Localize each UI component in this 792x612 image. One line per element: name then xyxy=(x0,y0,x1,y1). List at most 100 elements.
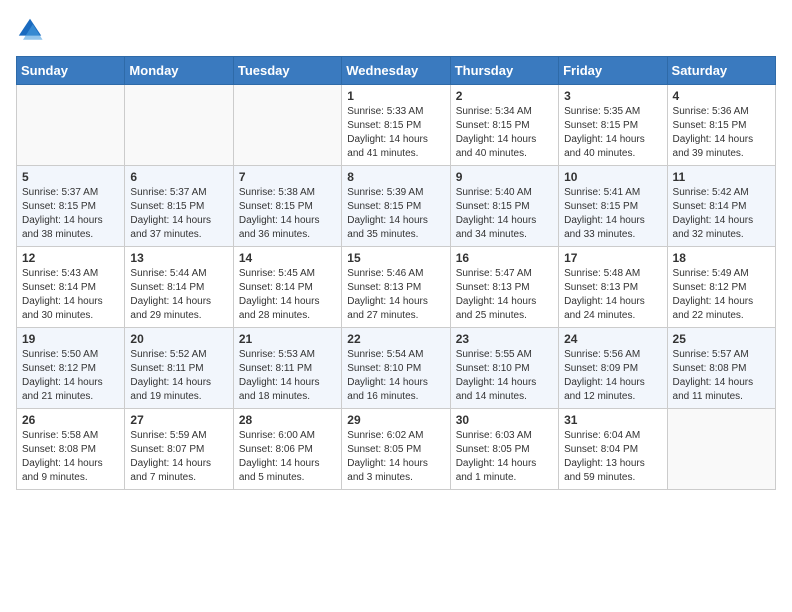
calendar-cell: 31 Sunrise: 6:04 AMSunset: 8:04 PMDayligh… xyxy=(559,409,667,490)
calendar-cell: 27 Sunrise: 5:59 AMSunset: 8:07 PMDayligh… xyxy=(125,409,233,490)
day-info: Sunrise: 5:47 AMSunset: 8:13 PMDaylight:… xyxy=(456,267,553,323)
day-number: 24 xyxy=(564,332,661,346)
header-thursday: Thursday xyxy=(450,57,558,85)
day-info: Sunrise: 5:41 AMSunset: 8:15 PMDaylight:… xyxy=(564,186,661,242)
day-number: 23 xyxy=(456,332,553,346)
day-number: 20 xyxy=(130,332,227,346)
calendar-cell: 11 Sunrise: 5:42 AMSunset: 8:14 PMDayligh… xyxy=(667,166,775,247)
day-number: 29 xyxy=(347,413,444,427)
day-info: Sunrise: 6:02 AMSunset: 8:05 PMDaylight:… xyxy=(347,429,444,485)
day-number: 2 xyxy=(456,89,553,103)
day-number: 16 xyxy=(456,251,553,265)
day-number: 15 xyxy=(347,251,444,265)
day-number: 28 xyxy=(239,413,336,427)
calendar-cell: 10 Sunrise: 5:41 AMSunset: 8:15 PMDayligh… xyxy=(559,166,667,247)
day-number: 7 xyxy=(239,170,336,184)
header-saturday: Saturday xyxy=(667,57,775,85)
day-info: Sunrise: 5:38 AMSunset: 8:15 PMDaylight:… xyxy=(239,186,336,242)
day-info: Sunrise: 6:04 AMSunset: 8:04 PMDaylight:… xyxy=(564,429,661,485)
calendar-cell: 6 Sunrise: 5:37 AMSunset: 8:15 PMDaylight… xyxy=(125,166,233,247)
calendar-table: SundayMondayTuesdayWednesdayThursdayFrid… xyxy=(16,56,776,490)
day-info: Sunrise: 5:34 AMSunset: 8:15 PMDaylight:… xyxy=(456,105,553,161)
calendar-cell: 4 Sunrise: 5:36 AMSunset: 8:15 PMDaylight… xyxy=(667,85,775,166)
logo xyxy=(16,16,46,44)
day-info: Sunrise: 5:54 AMSunset: 8:10 PMDaylight:… xyxy=(347,348,444,404)
calendar-cell: 22 Sunrise: 5:54 AMSunset: 8:10 PMDayligh… xyxy=(342,328,450,409)
calendar-week-row: 12 Sunrise: 5:43 AMSunset: 8:14 PMDayligh… xyxy=(17,247,776,328)
day-number: 14 xyxy=(239,251,336,265)
calendar-cell: 13Sunrise: 5:44 AMSunset: 8:14 PMDayligh… xyxy=(125,247,233,328)
calendar-cell: 28 Sunrise: 6:00 AMSunset: 8:06 PMDayligh… xyxy=(233,409,341,490)
day-info: Sunrise: 5:56 AMSunset: 8:09 PMDaylight:… xyxy=(564,348,661,404)
day-number: 12 xyxy=(22,251,119,265)
day-info: Sunrise: 5:45 AMSunset: 8:14 PMDaylight:… xyxy=(239,267,336,323)
day-number: 27 xyxy=(130,413,227,427)
day-number: 26 xyxy=(22,413,119,427)
day-info: Sunrise: 5:33 AMSunset: 8:15 PMDaylight:… xyxy=(347,105,444,161)
day-number: 3 xyxy=(564,89,661,103)
calendar-cell: 15 Sunrise: 5:46 AMSunset: 8:13 PMDayligh… xyxy=(342,247,450,328)
day-number: 4 xyxy=(673,89,770,103)
day-number: 18 xyxy=(673,251,770,265)
calendar-cell: 2 Sunrise: 5:34 AMSunset: 8:15 PMDaylight… xyxy=(450,85,558,166)
day-number: 1 xyxy=(347,89,444,103)
day-info: Sunrise: 5:43 AMSunset: 8:14 PMDaylight:… xyxy=(22,267,119,323)
header-monday: Monday xyxy=(125,57,233,85)
header-sunday: Sunday xyxy=(17,57,125,85)
day-info: Sunrise: 5:42 AMSunset: 8:14 PMDaylight:… xyxy=(673,186,770,242)
day-info: Sunrise: 5:37 AMSunset: 8:15 PMDaylight:… xyxy=(22,186,119,242)
day-number: 10 xyxy=(564,170,661,184)
day-info: Sunrise: 5:58 AMSunset: 8:08 PMDaylight:… xyxy=(22,429,119,485)
day-info: Sunrise: 5:53 AMSunset: 8:11 PMDaylight:… xyxy=(239,348,336,404)
day-number: 19 xyxy=(22,332,119,346)
header-friday: Friday xyxy=(559,57,667,85)
calendar-cell: 9Sunrise: 5:40 AMSunset: 8:15 PMDaylight… xyxy=(450,166,558,247)
day-number: 13 xyxy=(130,251,227,265)
calendar-week-row: 26 Sunrise: 5:58 AMSunset: 8:08 PMDayligh… xyxy=(17,409,776,490)
day-number: 31 xyxy=(564,413,661,427)
calendar-week-row: 5 Sunrise: 5:37 AMSunset: 8:15 PMDaylight… xyxy=(17,166,776,247)
day-number: 8 xyxy=(347,170,444,184)
day-number: 22 xyxy=(347,332,444,346)
day-number: 11 xyxy=(673,170,770,184)
calendar-cell: 26 Sunrise: 5:58 AMSunset: 8:08 PMDayligh… xyxy=(17,409,125,490)
day-info: Sunrise: 5:59 AMSunset: 8:07 PMDaylight:… xyxy=(130,429,227,485)
calendar-cell: 24 Sunrise: 5:56 AMSunset: 8:09 PMDayligh… xyxy=(559,328,667,409)
calendar-cell: 7 Sunrise: 5:38 AMSunset: 8:15 PMDaylight… xyxy=(233,166,341,247)
calendar-cell: 29 Sunrise: 6:02 AMSunset: 8:05 PMDayligh… xyxy=(342,409,450,490)
calendar-cell: 25 Sunrise: 5:57 AMSunset: 8:08 PMDayligh… xyxy=(667,328,775,409)
day-number: 6 xyxy=(130,170,227,184)
day-info: Sunrise: 5:50 AMSunset: 8:12 PMDaylight:… xyxy=(22,348,119,404)
calendar-cell xyxy=(667,409,775,490)
calendar-cell xyxy=(233,85,341,166)
day-number: 25 xyxy=(673,332,770,346)
day-info: Sunrise: 5:36 AMSunset: 8:15 PMDaylight:… xyxy=(673,105,770,161)
day-info: Sunrise: 6:03 AMSunset: 8:05 PMDaylight:… xyxy=(456,429,553,485)
calendar-header-row: SundayMondayTuesdayWednesdayThursdayFrid… xyxy=(17,57,776,85)
day-info: Sunrise: 5:40 AMSunset: 8:15 PMDaylight:… xyxy=(456,186,553,242)
calendar-cell: 21 Sunrise: 5:53 AMSunset: 8:11 PMDayligh… xyxy=(233,328,341,409)
calendar-cell: 3 Sunrise: 5:35 AMSunset: 8:15 PMDaylight… xyxy=(559,85,667,166)
calendar-cell: 8Sunrise: 5:39 AMSunset: 8:15 PMDaylight… xyxy=(342,166,450,247)
header-tuesday: Tuesday xyxy=(233,57,341,85)
day-number: 21 xyxy=(239,332,336,346)
calendar-cell xyxy=(17,85,125,166)
day-info: Sunrise: 5:49 AMSunset: 8:12 PMDaylight:… xyxy=(673,267,770,323)
calendar-cell xyxy=(125,85,233,166)
page-header xyxy=(16,16,776,44)
day-info: Sunrise: 5:37 AMSunset: 8:15 PMDaylight:… xyxy=(130,186,227,242)
day-info: Sunrise: 5:46 AMSunset: 8:13 PMDaylight:… xyxy=(347,267,444,323)
calendar-cell: 16 Sunrise: 5:47 AMSunset: 8:13 PMDayligh… xyxy=(450,247,558,328)
calendar-cell: 12 Sunrise: 5:43 AMSunset: 8:14 PMDayligh… xyxy=(17,247,125,328)
day-number: 17 xyxy=(564,251,661,265)
calendar-cell: 1 Sunrise: 5:33 AMSunset: 8:15 PMDaylight… xyxy=(342,85,450,166)
day-number: 30 xyxy=(456,413,553,427)
day-info: Sunrise: 6:00 AMSunset: 8:06 PMDaylight:… xyxy=(239,429,336,485)
day-info: Sunrise: 5:57 AMSunset: 8:08 PMDaylight:… xyxy=(673,348,770,404)
day-info: Sunrise: 5:35 AMSunset: 8:15 PMDaylight:… xyxy=(564,105,661,161)
header-wednesday: Wednesday xyxy=(342,57,450,85)
calendar-week-row: 19 Sunrise: 5:50 AMSunset: 8:12 PMDayligh… xyxy=(17,328,776,409)
calendar-week-row: 1 Sunrise: 5:33 AMSunset: 8:15 PMDaylight… xyxy=(17,85,776,166)
logo-icon xyxy=(16,16,44,44)
day-number: 5 xyxy=(22,170,119,184)
